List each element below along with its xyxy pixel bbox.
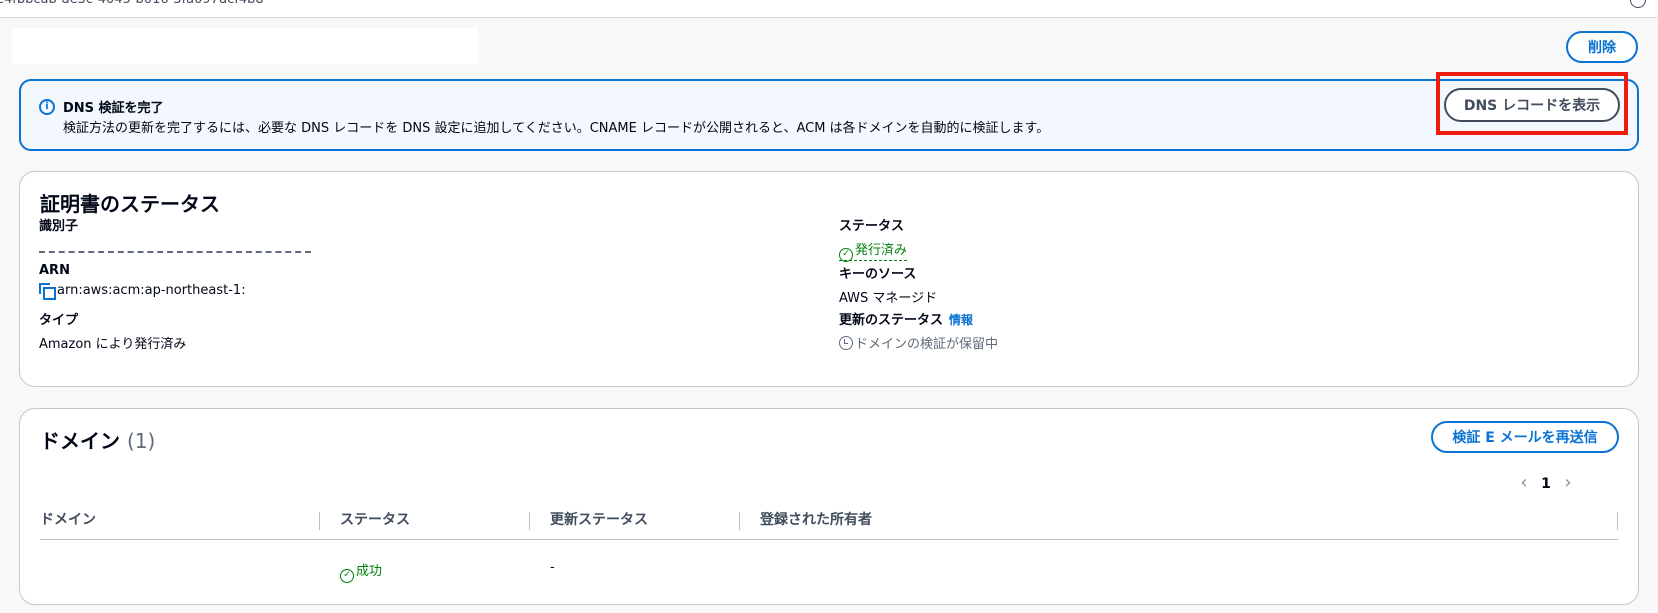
column-divider[interactable] xyxy=(1617,512,1618,530)
renewal-status-label: 更新のステータス 情報 xyxy=(839,313,974,328)
chevron-right-icon[interactable]: › xyxy=(1557,472,1579,493)
resend-validation-email-button[interactable]: 検証 E メールを再送信 xyxy=(1431,421,1619,453)
certificate-id-breadcrumb: e4fbbcab-de3c-4045-b016-3fa097dcf4b8 xyxy=(0,0,264,7)
page-number[interactable]: 1 xyxy=(1535,476,1557,492)
domain-count: (1) xyxy=(126,429,156,453)
panel-title: ドメイン (1) xyxy=(40,429,156,453)
column-divider[interactable] xyxy=(739,512,740,530)
view-dns-records-button[interactable]: DNS レコードを表示 xyxy=(1444,88,1620,122)
status-field: ステータス ✓ 発行済み xyxy=(839,215,908,262)
alert-message: 検証方法の更新を完了するには、必要な DNS レコードを DNS 設定に追加して… xyxy=(63,121,1050,136)
renewal-status-field: 更新のステータス 情報 ドメインの検証が保留中 xyxy=(839,309,998,352)
identifier-label: 識別子 xyxy=(39,219,79,234)
copy-icon[interactable] xyxy=(39,283,56,300)
key-source-value: AWS マネージド xyxy=(839,291,938,306)
top-bar: e4fbbcab-de3c-4045-b016-3fa097dcf4b8 xyxy=(0,0,1658,18)
pagination: ‹ 1 › xyxy=(1513,472,1579,493)
renewal-status-value: ドメインの検証が保留中 xyxy=(839,333,998,352)
delete-button[interactable]: 削除 xyxy=(1566,31,1638,63)
table-header: ドメイン ステータス 更新ステータス 登録された所有者 xyxy=(40,510,1618,540)
status-label: ステータス xyxy=(839,219,905,234)
key-source-field: キーのソース AWS マネージド xyxy=(839,263,937,306)
status-cell: ✓ 成功 xyxy=(340,560,382,583)
column-header-registered-owner[interactable]: 登録された所有者 xyxy=(760,510,872,534)
column-header-status[interactable]: ステータス xyxy=(340,510,410,534)
dns-validation-alert: i DNS 検証を完了 検証方法の更新を完了するには、必要な DNS レコードを… xyxy=(19,79,1639,151)
check-circle-icon: ✓ xyxy=(839,248,853,262)
check-circle-icon: ✓ xyxy=(340,569,354,583)
column-header-domain[interactable]: ドメイン xyxy=(40,510,96,534)
type-value: Amazon により発行済み xyxy=(39,337,187,352)
type-field: タイプ Amazon により発行済み xyxy=(39,309,186,352)
page-title-area xyxy=(12,28,478,64)
clock-icon xyxy=(839,336,853,350)
chevron-left-icon[interactable]: ‹ xyxy=(1513,472,1535,493)
column-header-renewal-status[interactable]: 更新ステータス xyxy=(550,510,648,534)
key-source-label: キーのソース xyxy=(839,267,917,282)
identifier-value-redacted xyxy=(39,239,311,257)
column-divider[interactable] xyxy=(529,512,530,530)
column-divider[interactable] xyxy=(319,512,320,530)
arn-field: ARN arn:aws:acm:ap-northeast-1: xyxy=(39,263,246,300)
panel-title: 証明書のステータス xyxy=(40,192,220,216)
certificate-status-panel: 証明書のステータス 識別子 ARN arn:aws:acm:ap-northea… xyxy=(19,171,1639,387)
identifier-field: 識別子 xyxy=(39,215,311,257)
info-icon[interactable] xyxy=(1630,0,1646,8)
renewal-info-link[interactable]: 情報 xyxy=(949,313,973,327)
arn-value: arn:aws:acm:ap-northeast-1: xyxy=(39,283,246,300)
type-label: タイプ xyxy=(39,313,79,328)
alert-title: DNS 検証を完了 xyxy=(63,101,164,116)
status-value[interactable]: ✓ 発行済み xyxy=(839,239,908,262)
domains-panel: ドメイン (1) xyxy=(19,408,1639,605)
renewal-status-cell: - xyxy=(550,560,555,575)
info-icon: i xyxy=(39,99,55,115)
arn-label: ARN xyxy=(39,263,70,278)
